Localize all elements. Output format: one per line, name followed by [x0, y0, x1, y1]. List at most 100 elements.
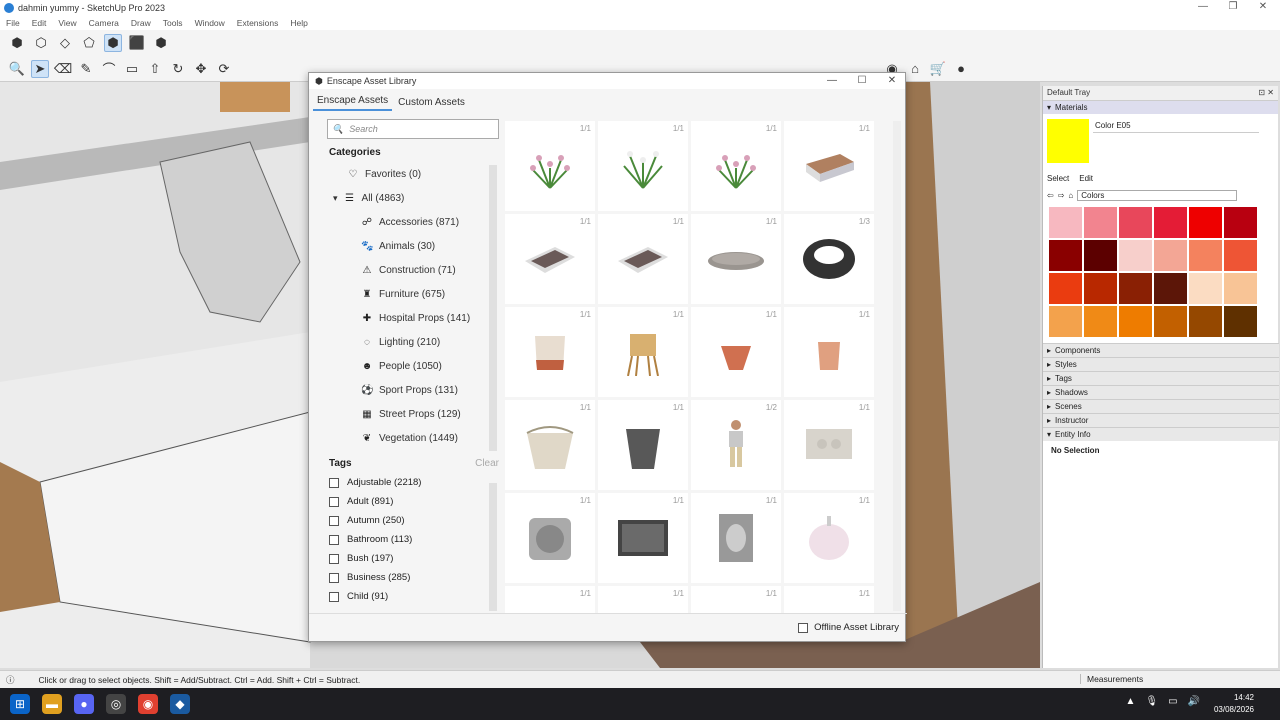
menu-help[interactable]: Help — [284, 16, 313, 30]
tags-scrollbar[interactable] — [489, 483, 497, 611]
tag-item[interactable]: Autumn (250) — [323, 511, 503, 530]
textured-icon[interactable]: ⬛ — [128, 34, 146, 52]
tray-section-styles[interactable]: ▸ Styles — [1043, 357, 1279, 371]
asset-card[interactable]: 1/1 — [691, 586, 781, 613]
color-swatch[interactable] — [1154, 306, 1187, 337]
dialog-close-icon[interactable]: ✕ — [877, 73, 907, 89]
color-swatch[interactable] — [1119, 273, 1152, 304]
asset-card[interactable]: 1/1 — [505, 214, 595, 304]
top-view-icon[interactable]: ⬡ — [32, 34, 50, 52]
asset-card[interactable]: 1/1 — [784, 121, 874, 211]
category-item[interactable]: ▾ ☰ All (4863) — [323, 186, 503, 210]
menu-view[interactable]: View — [52, 16, 82, 30]
tag-checkbox[interactable] — [329, 496, 339, 507]
asset-card[interactable]: 1/1 — [598, 586, 688, 613]
forward-icon[interactable]: ⇨ — [1058, 191, 1065, 200]
color-swatch[interactable] — [1084, 306, 1117, 337]
tray-section-components[interactable]: ▸ Components — [1043, 343, 1279, 357]
color-swatch[interactable] — [1084, 273, 1117, 304]
tab-enscape-assets[interactable]: Enscape Assets — [313, 92, 393, 111]
category-item[interactable]: ✚ Hospital Props (141) — [323, 306, 503, 330]
chrome-icon[interactable]: ◉ — [138, 694, 158, 714]
materials-section-header[interactable]: ▾ Materials — [1043, 100, 1278, 114]
move-icon[interactable]: ✥ — [192, 60, 210, 78]
xray-icon[interactable]: ◇ — [56, 34, 74, 52]
menu-draw[interactable]: Draw — [125, 16, 157, 30]
eraser-icon[interactable]: ⌫ — [54, 60, 72, 78]
tag-checkbox[interactable] — [329, 553, 339, 564]
tray-section-scenes[interactable]: ▸ Scenes — [1043, 399, 1279, 413]
tags-clear-button[interactable]: Clear — [475, 458, 499, 469]
restore-icon[interactable]: ❐ — [1218, 0, 1248, 16]
chevron-up-icon[interactable]: ▲ — [1125, 696, 1135, 707]
select-tab[interactable]: Select — [1047, 174, 1069, 183]
asset-card[interactable]: 1/1 — [598, 214, 688, 304]
followme-icon[interactable]: ↻ — [169, 60, 187, 78]
volume-icon[interactable]: 🔊 — [1188, 696, 1200, 707]
dialog-maximize-icon[interactable]: ☐ — [847, 73, 877, 89]
tag-checkbox[interactable] — [329, 534, 339, 545]
shaded-icon[interactable]: ⬢ — [104, 34, 122, 52]
minimize-icon[interactable]: — — [1188, 0, 1218, 16]
asset-card[interactable]: 1/1 — [784, 307, 874, 397]
expand-icon[interactable]: ▾ — [333, 193, 338, 204]
tag-item[interactable]: Adjustable (2218) — [323, 473, 503, 492]
discord-icon[interactable]: ● — [74, 694, 94, 714]
offline-checkbox[interactable] — [798, 622, 809, 633]
menu-camera[interactable]: Camera — [83, 16, 125, 30]
dialog-minimize-icon[interactable]: — — [817, 73, 847, 89]
category-item[interactable]: ▦ Street Props (129) — [323, 402, 503, 426]
menu-tools[interactable]: Tools — [157, 16, 189, 30]
asset-card[interactable]: 1/1 — [691, 121, 781, 211]
category-item[interactable]: ❦ Vegetation (1449) — [323, 426, 503, 450]
asset-card[interactable]: 1/1 — [505, 121, 595, 211]
color-swatch[interactable] — [1224, 273, 1257, 304]
asset-scrollbar[interactable] — [893, 121, 901, 611]
asset-card[interactable]: 1/1 — [505, 307, 595, 397]
color-swatch[interactable] — [1119, 306, 1152, 337]
asset-card[interactable]: 1/1 — [598, 307, 688, 397]
color-swatch[interactable] — [1224, 306, 1257, 337]
tray-section-instructor[interactable]: ▸ Instructor — [1043, 413, 1279, 427]
clock[interactable]: 14:42 03/08/2026 — [1214, 692, 1254, 716]
display-icon[interactable]: ▭ — [1168, 696, 1177, 707]
category-scrollbar[interactable] — [489, 165, 497, 451]
category-item[interactable]: ◌ Lighting (210) — [323, 330, 503, 354]
asset-card[interactable]: 1/1 — [691, 307, 781, 397]
select-arrow-icon[interactable]: ➤ — [31, 59, 49, 78]
warehouse-icon[interactable]: ⌂ — [906, 60, 924, 78]
asset-card[interactable]: 1/2 — [691, 400, 781, 490]
color-swatch[interactable] — [1084, 207, 1117, 238]
tag-item[interactable]: Business (285) — [323, 568, 503, 587]
category-item[interactable]: ⚠ Construction (71) — [323, 258, 503, 282]
color-swatch[interactable] — [1049, 207, 1082, 238]
app-icon[interactable]: ◎ — [106, 694, 126, 714]
color-swatch[interactable] — [1189, 240, 1222, 271]
asset-card[interactable]: 1/1 — [784, 493, 874, 583]
info-icon[interactable]: ⓘ — [6, 674, 15, 686]
color-swatch[interactable] — [1049, 240, 1082, 271]
color-swatch[interactable] — [1049, 273, 1082, 304]
color-swatch[interactable] — [1189, 273, 1222, 304]
asset-card[interactable]: 1/1 — [691, 214, 781, 304]
category-item[interactable]: ♜ Furniture (675) — [323, 282, 503, 306]
tray-pin-icon[interactable]: ⊡ ✕ — [1258, 88, 1274, 98]
search-input[interactable]: 🔍 Search — [327, 119, 499, 139]
color-swatch[interactable] — [1154, 207, 1187, 238]
menu-file[interactable]: File — [0, 16, 26, 30]
asset-card[interactable]: 1/1 — [598, 121, 688, 211]
asset-card[interactable]: 1/1 — [691, 493, 781, 583]
menu-window[interactable]: Window — [189, 16, 231, 30]
iso-view-icon[interactable]: ⬢ — [8, 34, 26, 52]
asset-card[interactable]: 1/1 — [784, 586, 874, 613]
tag-item[interactable]: Child (91) — [323, 587, 503, 606]
color-swatch[interactable] — [1189, 207, 1222, 238]
asset-card[interactable]: 1/1 — [598, 493, 688, 583]
material-name-field[interactable]: Color E05 — [1093, 121, 1259, 133]
category-item[interactable]: ♡ Favorites (0) — [323, 162, 503, 186]
zoom-icon[interactable]: 🔍 — [8, 60, 26, 78]
pencil-icon[interactable]: ✎ — [77, 60, 95, 78]
monochrome-icon[interactable]: ⬢ — [152, 34, 170, 52]
asset-card[interactable]: 1/1 — [784, 400, 874, 490]
rectangle-icon[interactable]: ▭ — [123, 60, 141, 78]
